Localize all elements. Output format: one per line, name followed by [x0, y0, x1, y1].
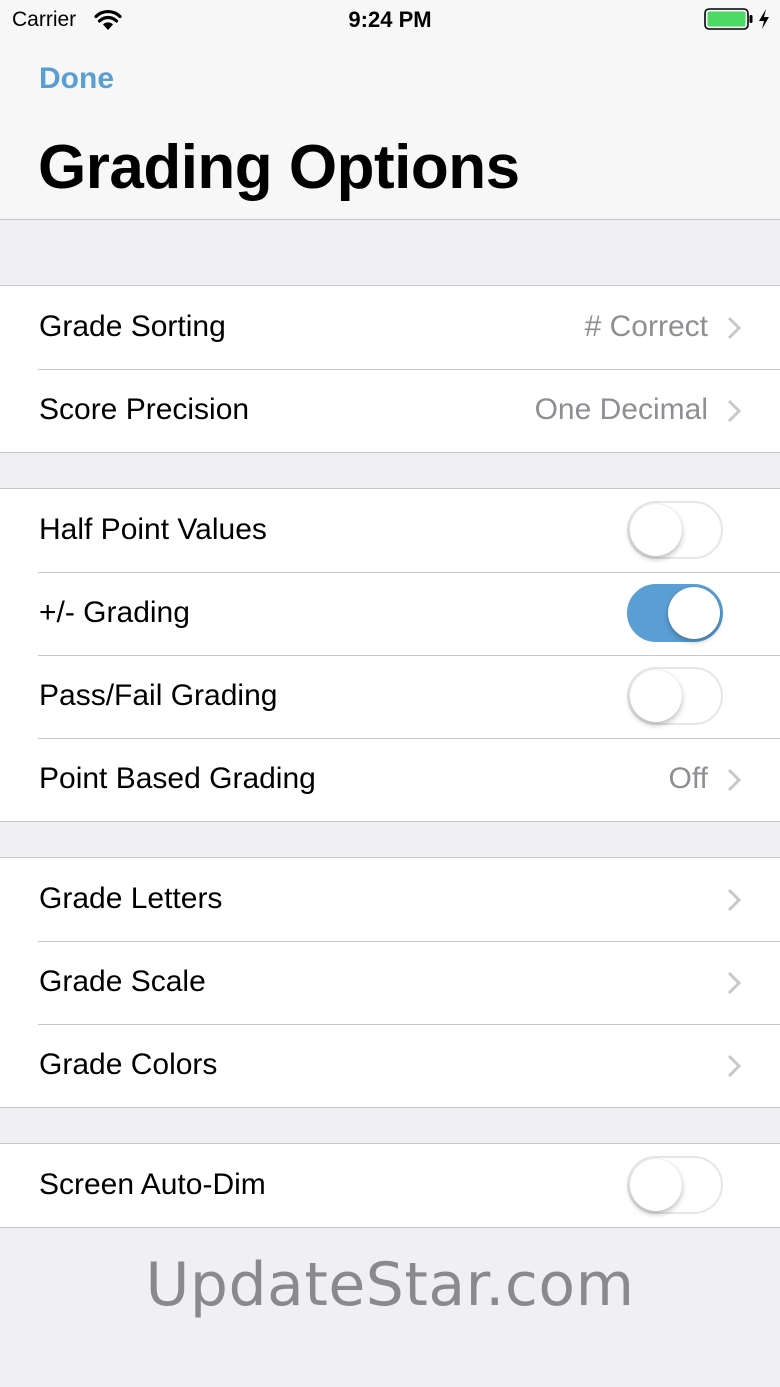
switch-knob	[630, 1159, 682, 1211]
point-based-grading-row[interactable]: Point Based Grading Off	[0, 738, 780, 821]
row-label: Point Based Grading	[39, 762, 316, 795]
chevron-right-icon	[727, 971, 741, 995]
switch-knob	[630, 670, 682, 722]
switch-knob	[668, 587, 720, 639]
row-label: Grade Scale	[39, 965, 206, 998]
settings-group-screen: Screen Auto-Dim	[0, 1143, 780, 1228]
switch-knob	[630, 504, 682, 556]
screen-auto-dim-switch[interactable]	[627, 1156, 723, 1214]
navigation-bar: Done Grading Options	[0, 40, 780, 220]
status-bar: Carrier 9:24 PM	[0, 0, 780, 40]
row-label: Grade Sorting	[39, 310, 226, 343]
charging-bolt-icon	[759, 9, 769, 29]
done-button[interactable]: Done	[39, 62, 114, 96]
grade-letters-row[interactable]: Grade Letters	[0, 858, 780, 941]
grade-colors-row[interactable]: Grade Colors	[0, 1024, 780, 1107]
row-value: # Correct	[584, 310, 708, 343]
plus-minus-grading-row: +/- Grading	[0, 572, 780, 655]
clock: 9:24 PM	[348, 7, 432, 32]
row-label: Pass/Fail Grading	[39, 679, 278, 712]
settings-group-sorting: Grade Sorting # Correct Score Precision …	[0, 285, 780, 453]
settings-group-grade-display: Grade Letters Grade Scale Grade Colors	[0, 857, 780, 1108]
plus-minus-grading-switch[interactable]	[627, 584, 723, 642]
row-label: Score Precision	[39, 393, 250, 426]
score-precision-row[interactable]: Score Precision One Decimal	[0, 369, 780, 452]
row-label: Screen Auto-Dim	[39, 1168, 266, 1201]
chevron-right-icon	[727, 768, 741, 792]
chevron-right-icon	[727, 888, 741, 912]
pass-fail-grading-switch[interactable]	[627, 667, 723, 725]
half-point-values-switch[interactable]	[627, 501, 723, 559]
watermark: UpdateStar.com	[145, 1250, 635, 1320]
page-title: Grading Options	[38, 133, 520, 202]
row-label: +/- Grading	[39, 596, 190, 629]
grade-sorting-row[interactable]: Grade Sorting # Correct	[0, 286, 780, 369]
chevron-right-icon	[727, 1054, 741, 1078]
screen-auto-dim-row: Screen Auto-Dim	[0, 1144, 780, 1227]
row-value: Off	[668, 762, 708, 795]
settings-group-grading: Half Point Values +/- Grading Pass/Fail …	[0, 488, 780, 822]
row-label: Grade Colors	[39, 1048, 218, 1081]
grade-scale-row[interactable]: Grade Scale	[0, 941, 780, 1024]
chevron-right-icon	[727, 316, 741, 340]
battery-icon	[704, 8, 753, 30]
row-value: One Decimal	[534, 393, 708, 426]
half-point-values-row: Half Point Values	[0, 489, 780, 572]
row-label: Half Point Values	[39, 513, 267, 546]
pass-fail-grading-row: Pass/Fail Grading	[0, 655, 780, 738]
chevron-right-icon	[727, 399, 741, 423]
row-label: Grade Letters	[39, 882, 223, 915]
